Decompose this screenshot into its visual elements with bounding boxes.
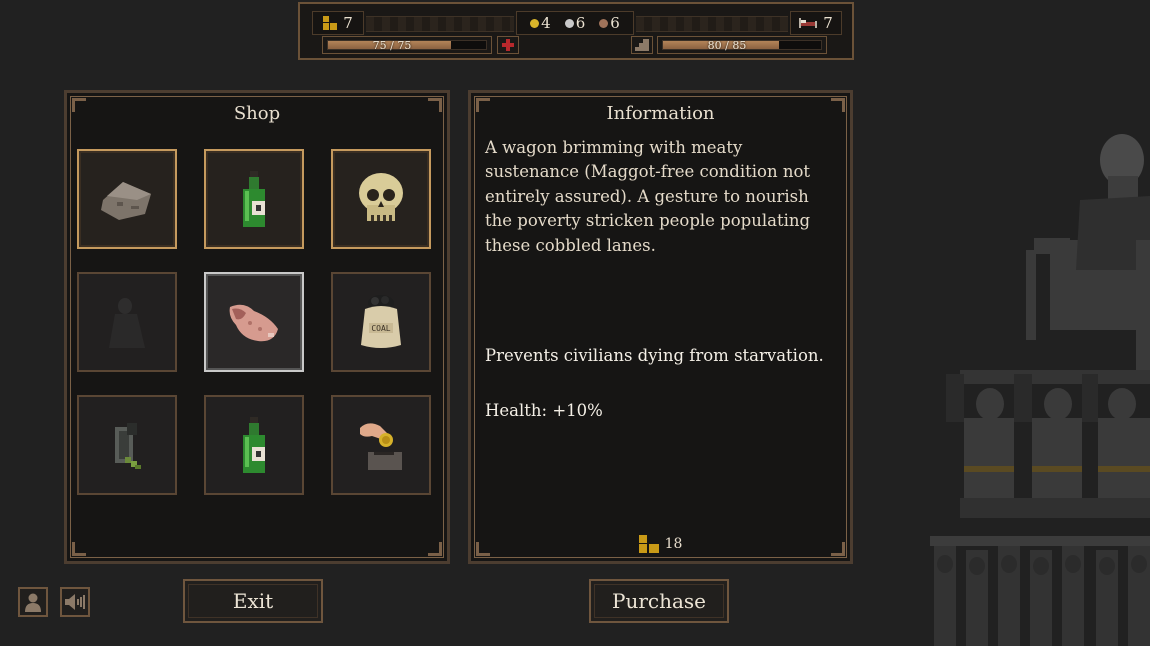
green-bottle-icon [243, 171, 265, 227]
shop-item-bottle[interactable] [204, 149, 304, 249]
exit-button[interactable]: Exit [183, 579, 323, 623]
health-cross-icon [497, 36, 519, 54]
hud-resource-row: 7 4 6 6 7 [300, 8, 852, 36]
secondary-bar: 80 / 85 [657, 36, 827, 54]
person-icon [25, 593, 41, 612]
hand-coin-donation-icon [360, 423, 402, 470]
health-bar: 75 / 75 [322, 36, 492, 54]
shop-item-bottle-2[interactable] [204, 395, 304, 495]
lantern-herb-icon [115, 423, 141, 469]
item-stat: Health: +10% [485, 401, 603, 420]
sound-button[interactable] [60, 587, 90, 617]
item-effect: Prevents civilians dying from starvation… [485, 346, 824, 365]
shop-panel: Shop COAL [64, 90, 450, 564]
health-bar-text: 75 / 75 [372, 38, 412, 52]
copper-coin-icon [599, 18, 609, 28]
gold-coin-icon [530, 18, 540, 28]
silver-coin-value: 6 [575, 14, 586, 32]
hud-ornament-left [366, 16, 514, 32]
background-crowd-illustration [930, 134, 1150, 646]
gold-bars-icon [323, 16, 338, 30]
item-description: A wagon brimming with meaty sustenance (… [485, 138, 811, 255]
svg-text:COAL: COAL [371, 324, 390, 333]
shop-item-hooded-figure[interactable] [77, 272, 177, 372]
hud-ornament-right [636, 16, 788, 32]
beds-counter: 7 [790, 11, 842, 35]
meat-ham-icon [229, 304, 278, 342]
coal-sack-icon: COAL [361, 295, 401, 348]
speaker-icon [65, 594, 85, 610]
stone-block-icon [101, 182, 151, 220]
shop-item-meat[interactable] [204, 272, 304, 372]
skull-icon [359, 173, 403, 221]
shop-item-coal-sack[interactable]: COAL [331, 272, 431, 372]
gold-coin-value: 4 [541, 14, 551, 32]
silver-coin-icon [564, 18, 574, 28]
price-value: 18 [664, 536, 683, 552]
green-bottle-icon [243, 417, 265, 473]
information-title: Information [606, 103, 715, 124]
copper-coin-value: 6 [610, 14, 620, 32]
shop-item-lantern-herbs[interactable] [77, 395, 177, 495]
item-price: 18 [471, 535, 850, 553]
bed-icon [799, 14, 818, 32]
shop-item-skull[interactable] [331, 149, 431, 249]
shop-title: Shop [233, 103, 281, 124]
beds-value: 7 [823, 14, 833, 32]
information-panel: Information A wagon brimming with meaty … [468, 90, 853, 564]
gold-counter: 7 [312, 11, 364, 35]
gold-bars-icon [638, 535, 659, 553]
gold-value: 7 [343, 14, 353, 32]
shop-item-stone[interactable] [77, 149, 177, 249]
stairs-icon [631, 36, 653, 54]
secondary-bar-text: 80 / 85 [707, 38, 747, 52]
character-button[interactable] [18, 587, 48, 617]
coin-counter: 4 6 6 [516, 11, 634, 35]
purchase-button[interactable]: Purchase [589, 579, 729, 623]
hooded-figure-icon [109, 298, 145, 348]
shop-item-donation[interactable] [331, 395, 431, 495]
